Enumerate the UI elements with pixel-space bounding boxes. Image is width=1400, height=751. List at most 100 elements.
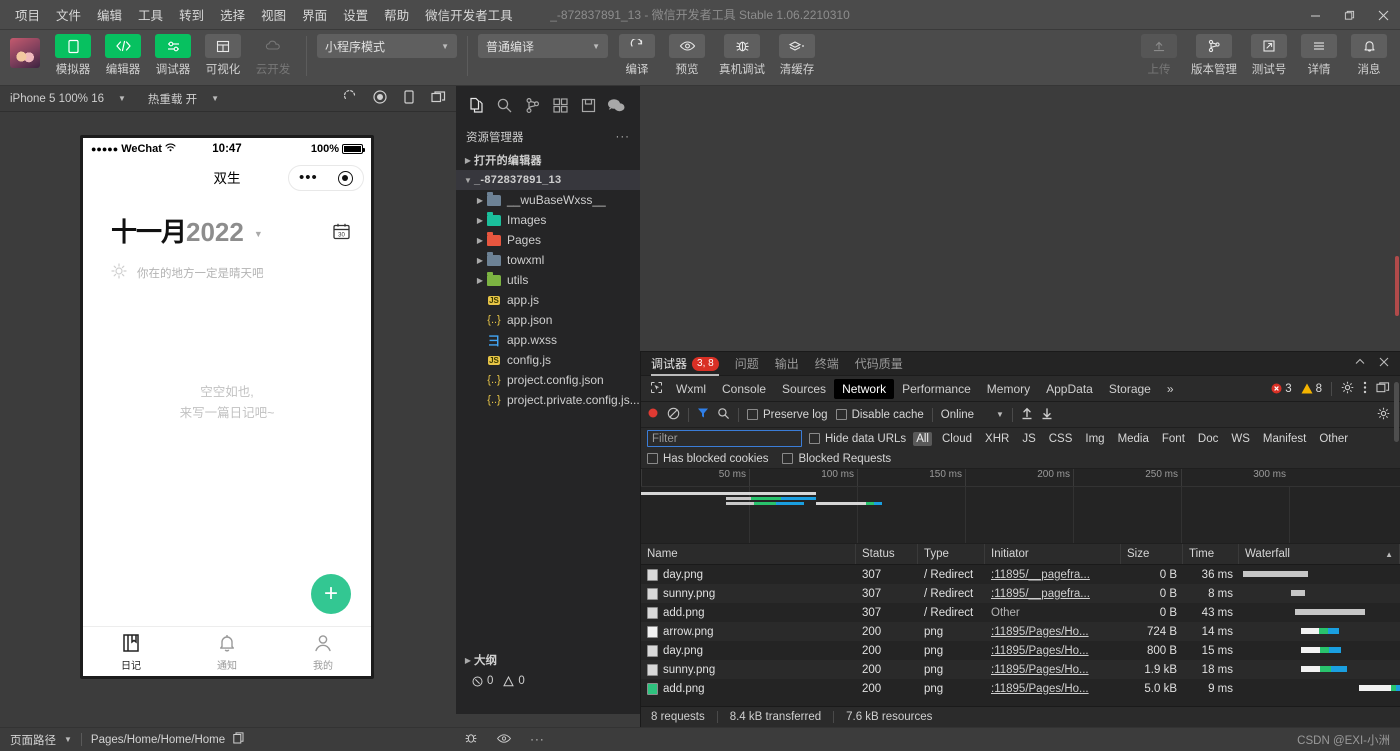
add-diary-button[interactable]: +: [311, 574, 351, 614]
file-row-app-wxss[interactable]: 彐 app.wxss: [456, 330, 640, 350]
details-button[interactable]: 详情: [1296, 34, 1342, 77]
extensions-icon[interactable]: [546, 90, 574, 120]
scrollbar-thumb[interactable]: [1395, 256, 1399, 316]
month-selector[interactable]: 十一月 2022 ▼ 30: [83, 194, 371, 249]
filter-type-img[interactable]: Img: [1082, 432, 1107, 446]
table-row[interactable]: sunny.png 307 / Redirect :11895/__pagefr…: [641, 584, 1400, 603]
filter-input[interactable]: Filter: [647, 430, 802, 447]
panel-tab-debugger[interactable]: 调试器 3, 8: [651, 352, 719, 376]
filter-type-media[interactable]: Media: [1115, 432, 1152, 446]
file-row-config-js[interactable]: JS config.js: [456, 350, 640, 370]
table-row[interactable]: arrow.png 200 png :11895/Pages/Ho... 724…: [641, 622, 1400, 641]
cell-initiator[interactable]: :11895/__pagefra...: [991, 569, 1090, 581]
column-status[interactable]: Status: [856, 544, 918, 564]
restore-icon[interactable]: [1332, 0, 1366, 30]
tab-mine[interactable]: 我的: [275, 627, 371, 676]
panel-tab-terminal[interactable]: 终端: [815, 352, 839, 376]
column-initiator[interactable]: Initiator: [985, 544, 1121, 564]
outline-toggle[interactable]: ▶ 大纲: [456, 650, 640, 670]
file-row-project-private-config-json[interactable]: {..} project.private.config.js...: [456, 390, 640, 410]
filter-type-ws[interactable]: WS: [1228, 432, 1253, 446]
filter-type-manifest[interactable]: Manifest: [1260, 432, 1309, 446]
upload-button[interactable]: 上传: [1136, 34, 1182, 77]
filter-type-css[interactable]: CSS: [1046, 432, 1076, 446]
record-icon[interactable]: [647, 407, 659, 422]
collapse-icon[interactable]: [1354, 356, 1366, 371]
column-time[interactable]: Time: [1183, 544, 1239, 564]
real-device-debug-button[interactable]: 真机调试: [714, 34, 770, 77]
rotate-icon[interactable]: [343, 89, 357, 107]
file-row-images[interactable]: ▶ Images: [456, 210, 640, 230]
compile-button[interactable]: 编译: [614, 34, 660, 77]
files-icon[interactable]: [462, 90, 490, 120]
page-path-label[interactable]: 页面路径: [10, 732, 56, 748]
preserve-log-checkbox[interactable]: Preserve log: [747, 409, 828, 421]
tab-network[interactable]: Network: [834, 378, 895, 399]
file-row-project-config-json[interactable]: {..} project.config.json: [456, 370, 640, 390]
filter-type-doc[interactable]: Doc: [1195, 432, 1221, 446]
source-control-icon[interactable]: [518, 90, 546, 120]
throttling-select[interactable]: Online ▼: [941, 409, 1004, 421]
menu-item-select[interactable]: 选择: [213, 1, 252, 28]
menu-item-tools[interactable]: 工具: [131, 1, 170, 28]
device-icon[interactable]: [403, 90, 415, 107]
clear-icon[interactable]: [667, 407, 680, 423]
disable-cache-checkbox[interactable]: Disable cache: [835, 409, 924, 421]
record-icon[interactable]: [373, 90, 387, 107]
menu-item-project[interactable]: 项目: [8, 1, 47, 28]
export-har-icon[interactable]: [1041, 407, 1053, 423]
tab-performance[interactable]: Performance: [894, 379, 979, 399]
device-select[interactable]: iPhone 5 100% 16: [10, 93, 104, 105]
console-error-count-group[interactable]: 3: [1271, 383, 1292, 395]
cell-initiator[interactable]: :11895/__pagefra...: [991, 588, 1090, 600]
file-row-app-json[interactable]: {..} app.json: [456, 310, 640, 330]
avatar[interactable]: [10, 38, 40, 68]
filter-type-other[interactable]: Other: [1316, 432, 1351, 446]
tab-notify[interactable]: 通知: [179, 627, 275, 676]
menu-item-file[interactable]: 文件: [49, 1, 88, 28]
inspect-element-icon[interactable]: [645, 379, 668, 399]
copy-icon[interactable]: [233, 732, 244, 747]
version-control-button[interactable]: 版本管理: [1186, 34, 1242, 77]
menu-item-edit[interactable]: 编辑: [90, 1, 129, 28]
problems-summary[interactable]: 0 0: [456, 670, 640, 692]
explorer-section-project[interactable]: ▼ _-872837891_13: [456, 170, 640, 190]
toolbar-cloud-button[interactable]: 云开发: [250, 34, 296, 77]
filter-type-font[interactable]: Font: [1159, 432, 1188, 446]
toolbar-editor-button[interactable]: 编辑器: [100, 34, 146, 77]
cell-initiator[interactable]: :11895/Pages/Ho...: [991, 626, 1089, 638]
test-account-button[interactable]: 测试号: [1246, 34, 1292, 77]
file-row-towxml[interactable]: ▶ towxml: [456, 250, 640, 270]
column-waterfall[interactable]: Waterfall ▲: [1239, 544, 1400, 564]
filter-type-cloud[interactable]: Cloud: [939, 432, 975, 446]
more-icon[interactable]: ···: [616, 131, 631, 143]
tab-appdata[interactable]: AppData: [1038, 379, 1101, 399]
cell-initiator[interactable]: :11895/Pages/Ho...: [991, 664, 1089, 676]
blocked-requests-checkbox[interactable]: Blocked Requests: [782, 453, 891, 465]
tab-diary[interactable]: 日记: [83, 627, 179, 676]
multi-window-icon[interactable]: [431, 90, 446, 107]
toolbar-simulator-button[interactable]: 模拟器: [50, 34, 96, 77]
toolbar-debugger-button[interactable]: 调试器: [150, 34, 196, 77]
dock-side-icon[interactable]: [1376, 381, 1390, 397]
hide-data-urls-checkbox[interactable]: Hide data URLs: [809, 433, 906, 445]
file-row-app-js[interactable]: JS app.js: [456, 290, 640, 310]
network-settings-gear-icon[interactable]: [1377, 407, 1394, 423]
search-icon[interactable]: [490, 90, 518, 120]
menu-item-interface[interactable]: 界面: [295, 1, 334, 28]
filter-type-js[interactable]: JS: [1019, 432, 1038, 446]
compile-select[interactable]: 普通编译 ▼: [478, 34, 608, 58]
messages-button[interactable]: 消息: [1346, 34, 1392, 77]
hot-reload-select[interactable]: 热重载 开: [148, 91, 197, 107]
column-type[interactable]: Type: [918, 544, 985, 564]
eye-icon[interactable]: [496, 733, 512, 747]
tab-sources[interactable]: Sources: [774, 379, 834, 399]
right-scrollbar[interactable]: [1394, 86, 1400, 351]
kebab-menu-icon[interactable]: [1363, 381, 1367, 397]
import-har-icon[interactable]: [1021, 407, 1033, 423]
table-row[interactable]: sunny.png 200 png :11895/Pages/Ho... 1.9…: [641, 660, 1400, 679]
column-size[interactable]: Size: [1121, 544, 1183, 564]
minimize-icon[interactable]: [1298, 0, 1332, 30]
menu-item-devtools[interactable]: 微信开发者工具: [418, 1, 520, 28]
close-target-icon[interactable]: [337, 170, 353, 186]
